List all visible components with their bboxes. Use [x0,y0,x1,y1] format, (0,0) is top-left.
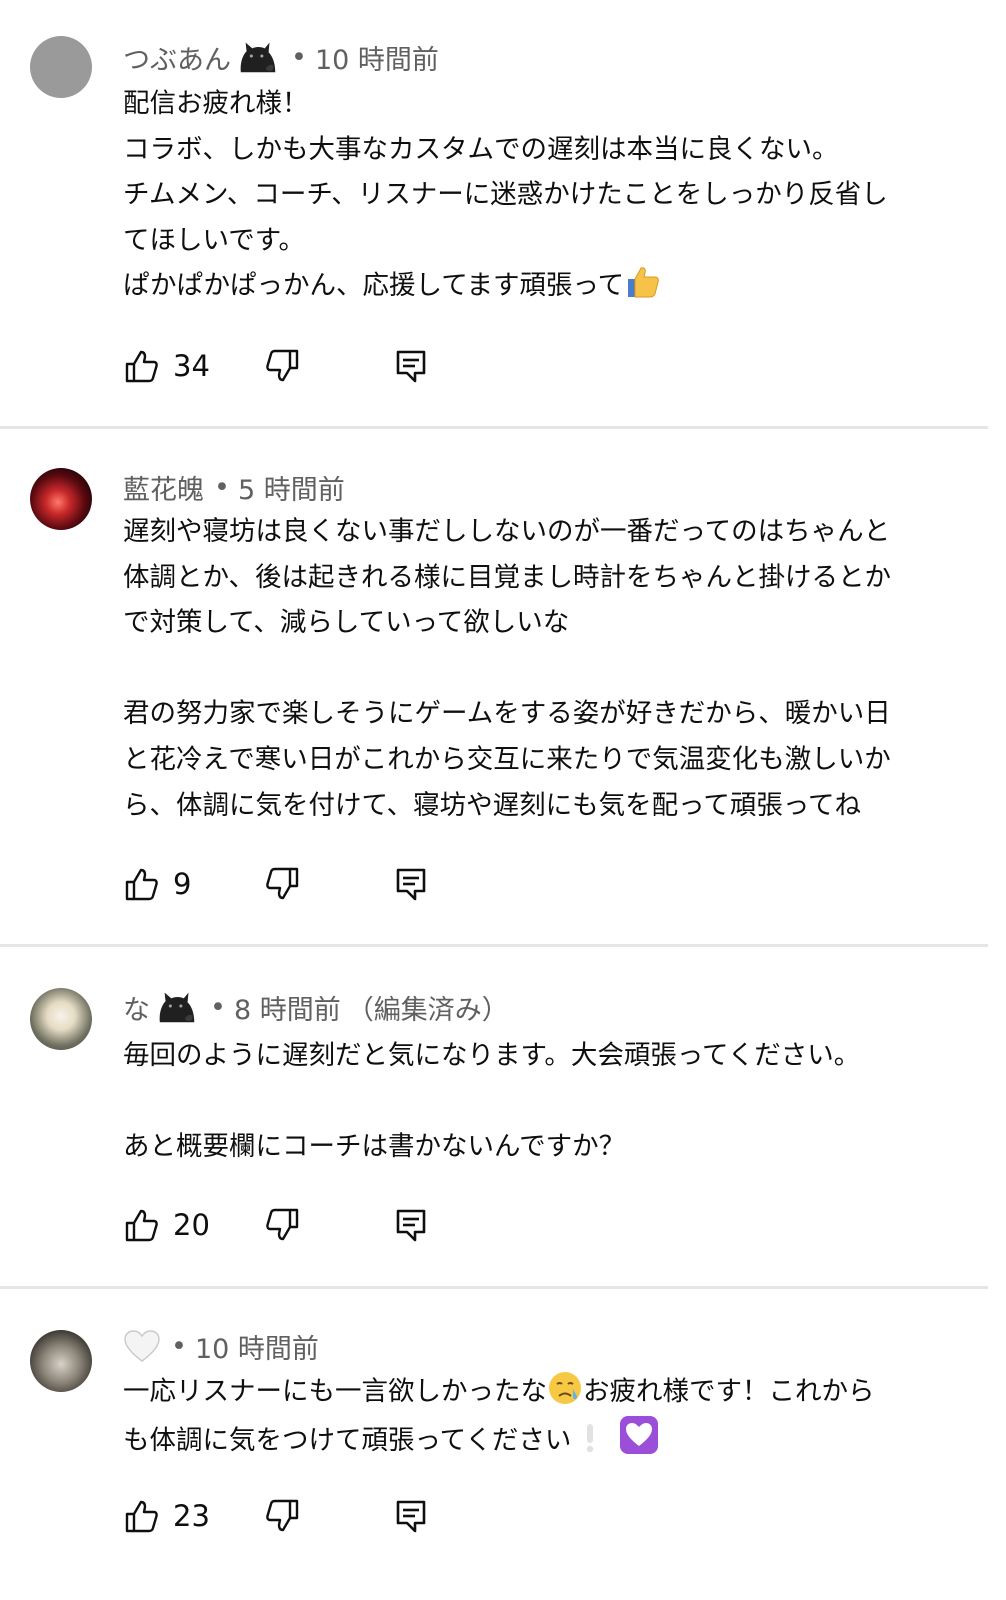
member-badge-icon [156,989,200,1025]
reply-icon [393,348,429,384]
member-badge-icon [237,39,281,75]
like-count: 34 [173,349,210,383]
reply-button[interactable] [393,346,429,386]
reply-button[interactable] [393,864,429,904]
like-count: 20 [173,1208,210,1242]
avatar[interactable] [30,36,92,98]
edited-label: （編集済み） [346,994,509,1026]
like-button[interactable]: 20 [123,1205,210,1245]
comment-line: コラボ、しかも大事なカスタムでの遅刻は本当に良くない。 [123,133,839,165]
comment-line: 遅刻や寝坊は良くない事だししないのが一番だってのはちゃんと [123,516,891,547]
comment-line: ら、体調に気を付けて、寝坊や遅刻にも気を配って頑張ってね [123,789,862,821]
separator-dot: • [171,1330,187,1362]
thumbs-down-icon [265,1498,301,1534]
divider [0,1286,988,1289]
purple-heart-emoji-icon [619,1415,659,1470]
divider [0,944,988,947]
comment-line: と花冷えで寒い日がこれから交互に来たりで気温変化も激しいか [123,743,891,775]
avatar[interactable] [30,1330,92,1392]
comment-line [123,646,973,692]
comment-line: 体調とか、後は起きれる様に目覚まし時計をちゃんと掛けるとか [123,561,891,593]
comment-line: 配信お疲れ様！ [123,88,309,119]
comment-text: 配信お疲れ様！ コラボ、しかも大事なカスタムでの遅刻は本当に良くない。 チムメン… [123,81,973,309]
like-button[interactable]: 34 [123,346,210,386]
thumbs-up-icon [123,348,159,384]
comment-line: チムメン、コーチ、リスナーに迷惑かけたことをしっかり反省し [123,179,888,211]
like-count: 23 [173,1499,210,1533]
crying-face-emoji-icon [547,1370,583,1421]
like-button[interactable]: 23 [123,1496,210,1536]
comment-line: で対策して、減らしていって欲しいな [123,607,570,639]
dislike-button[interactable] [265,864,301,904]
comment-text: 遅刻や寝坊は良くない事だししないのが一番だってのはちゃんと 体調とか、後は起きれ… [123,509,973,828]
comment-line: あと概要欄にコーチは書かないんですか？ [123,1131,626,1163]
like-button[interactable]: 9 [123,864,191,904]
comment-line: てほしいです。 [123,224,306,256]
reply-button[interactable] [393,1205,429,1245]
thumbs-down-icon [265,348,301,384]
thumbs-up-emoji-icon [624,264,662,315]
thumbs-up-icon [123,866,159,902]
comment-line: 君の努力家で楽しそうにゲームをする姿が好きだから、暖かい日 [123,698,891,730]
comment-text: 毎回のように遅刻だと気になります。大会頑張ってください。 あと概要欄にコーチは書… [123,1033,973,1170]
author-name[interactable] [123,1329,161,1363]
comment-meta: 藍花魄 • 5 時間前 [123,467,345,507]
author-name[interactable]: 藍花魄 [123,468,204,507]
divider [0,426,988,429]
exclamation-emoji-icon [583,1419,597,1470]
separator-dot: • [291,41,307,73]
reply-icon [393,1207,429,1243]
comment-line [123,1079,973,1125]
comment-line: ぱかぱかぱっかん、応援してます頑張って [123,263,973,309]
separator-dot: • [210,991,226,1023]
comment-meta: • 10 時間前 [123,1326,319,1366]
reply-icon [393,866,429,902]
like-count: 9 [173,867,192,901]
dislike-button[interactable] [265,1496,301,1536]
author-name[interactable]: つぶあん [123,38,231,77]
comment-meta: つぶあん • 10 時間前 [123,37,439,77]
comment-line: も体調に気をつけて頑張ってください [123,1415,973,1461]
thumbs-up-icon [123,1207,159,1243]
reply-icon [393,1498,429,1534]
separator-dot: • [214,471,230,503]
timestamp[interactable]: 10 時間前 [315,38,439,77]
avatar[interactable] [30,468,92,530]
comment-line: 毎回のように遅刻だと気になります。大会頑張ってください。 [123,1040,861,1071]
thumbs-down-icon [265,866,301,902]
dislike-button[interactable] [265,1205,301,1245]
timestamp[interactable]: 5 時間前 [238,468,345,507]
comment-line: 一応リスナーにも一言欲しかったな お疲れ様です！これから [123,1369,973,1415]
reply-button[interactable] [393,1496,429,1536]
timestamp[interactable]: 8 時間前 [234,988,341,1027]
timestamp[interactable]: 10 時間前 [195,1327,319,1366]
avatar[interactable] [30,988,92,1050]
dislike-button[interactable] [265,346,301,386]
author-name[interactable]: な [123,988,150,1027]
thumbs-up-icon [123,1498,159,1534]
comment-text: 一応リスナーにも一言欲しかったな お疲れ様です！これから も体調に気をつけて頑張っ… [123,1369,973,1460]
comment-meta: な • 8 時間前 （編集済み） [123,987,509,1027]
thumbs-down-icon [265,1207,301,1243]
white-heart-icon [124,1330,160,1362]
